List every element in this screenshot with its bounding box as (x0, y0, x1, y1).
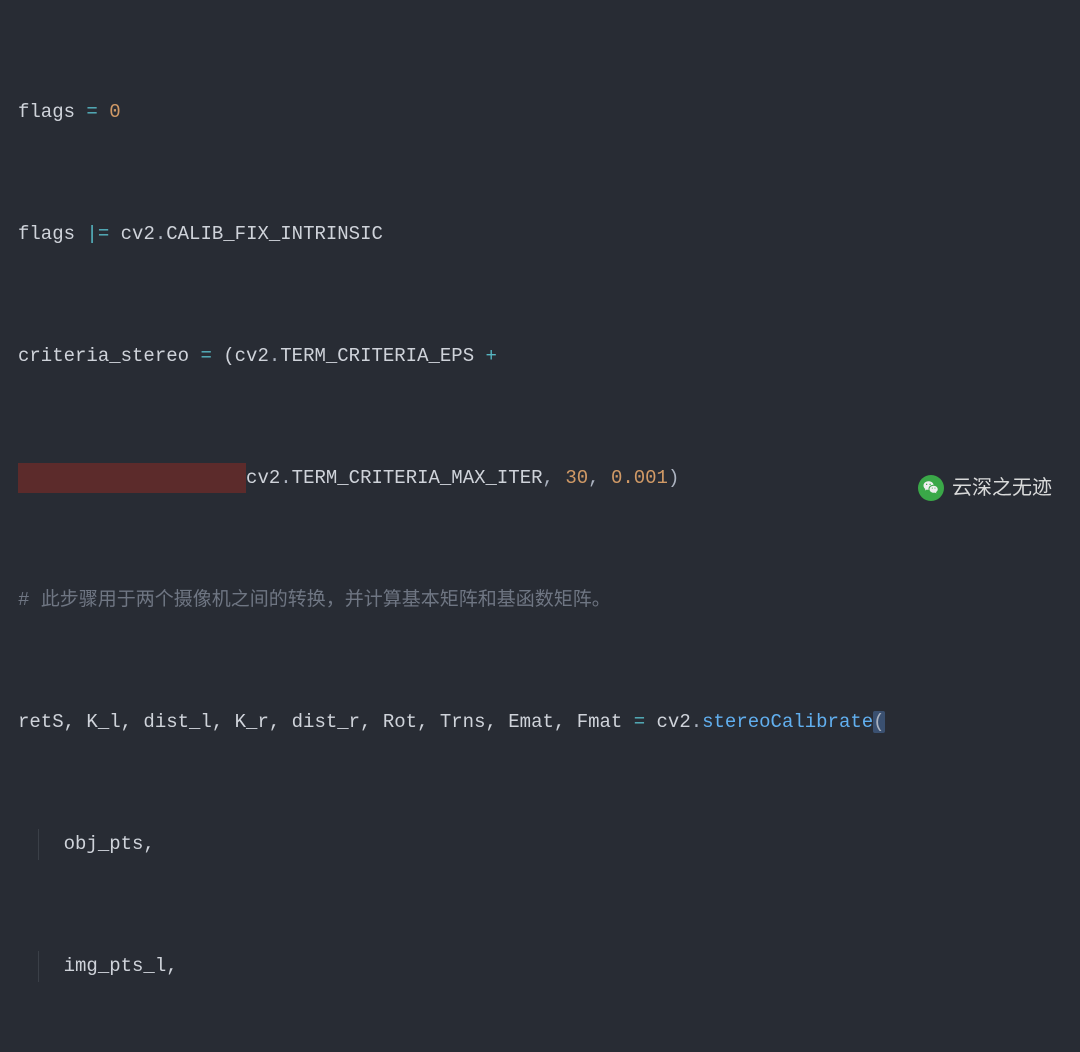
wechat-icon (918, 475, 944, 501)
code-token: ) (668, 467, 679, 489)
error-highlight (18, 463, 246, 493)
code-indent (18, 467, 246, 489)
code-token: + (486, 345, 497, 367)
code-token: = (200, 345, 211, 367)
code-token (98, 101, 109, 123)
code-line-6: retS, K_l, dist_l, K_r, dist_r, Rot, Trn… (0, 707, 1080, 738)
code-token: CALIB_FIX_INTRINSIC (166, 223, 383, 245)
code-line-3: criteria_stereo = (cv2.TERM_CRITERIA_EPS… (0, 341, 1080, 372)
code-line-2: flags |= cv2.CALIB_FIX_INTRINSIC (0, 219, 1080, 250)
bracket-open: ( (873, 711, 884, 733)
code-token: img_pts_l, (18, 955, 178, 977)
code-editor[interactable]: flags = 0 flags |= cv2.CALIB_FIX_INTRINS… (0, 0, 1080, 1052)
code-token: 0.001 (611, 467, 668, 489)
code-line-5: # 此步骤用于两个摄像机之间的转换，并计算基本矩阵和基函数矩阵。 (0, 585, 1080, 616)
code-comment: # 此步骤用于两个摄像机之间的转换，并计算基本矩阵和基函数矩阵。 (18, 589, 611, 611)
code-token: cv2 (109, 223, 155, 245)
code-token: , (588, 467, 611, 489)
code-line-7: obj_pts, (0, 829, 1080, 860)
code-token: cv2 (246, 467, 280, 489)
code-token: flags (18, 223, 86, 245)
code-token: TERM_CRITERIA_MAX_ITER (292, 467, 543, 489)
code-token: = (86, 101, 97, 123)
code-token: criteria_stereo (18, 345, 200, 367)
indent-guide (38, 829, 39, 860)
code-token: |= (86, 223, 109, 245)
code-token: = (634, 711, 645, 733)
code-line-8: img_pts_l, (0, 951, 1080, 982)
code-token: , (543, 467, 566, 489)
code-token: . (280, 467, 291, 489)
indent-guide (38, 951, 39, 982)
code-token: stereoCalibrate (702, 711, 873, 733)
code-token: 0 (109, 101, 120, 123)
code-token: 30 (565, 467, 588, 489)
code-line-1: flags = 0 (0, 97, 1080, 128)
watermark-text: 云深之无迹 (952, 472, 1052, 504)
code-token: cv2 (645, 711, 691, 733)
code-token: retS, K_l, dist_l, K_r, dist_r, Rot, Trn… (18, 711, 634, 733)
code-token: (cv2 (212, 345, 269, 367)
code-token: . (691, 711, 702, 733)
code-token: . (155, 223, 166, 245)
watermark: 云深之无迹 (918, 472, 1052, 504)
code-token: . (269, 345, 280, 367)
code-token: flags (18, 101, 86, 123)
code-token: TERM_CRITERIA_EPS (280, 345, 485, 367)
